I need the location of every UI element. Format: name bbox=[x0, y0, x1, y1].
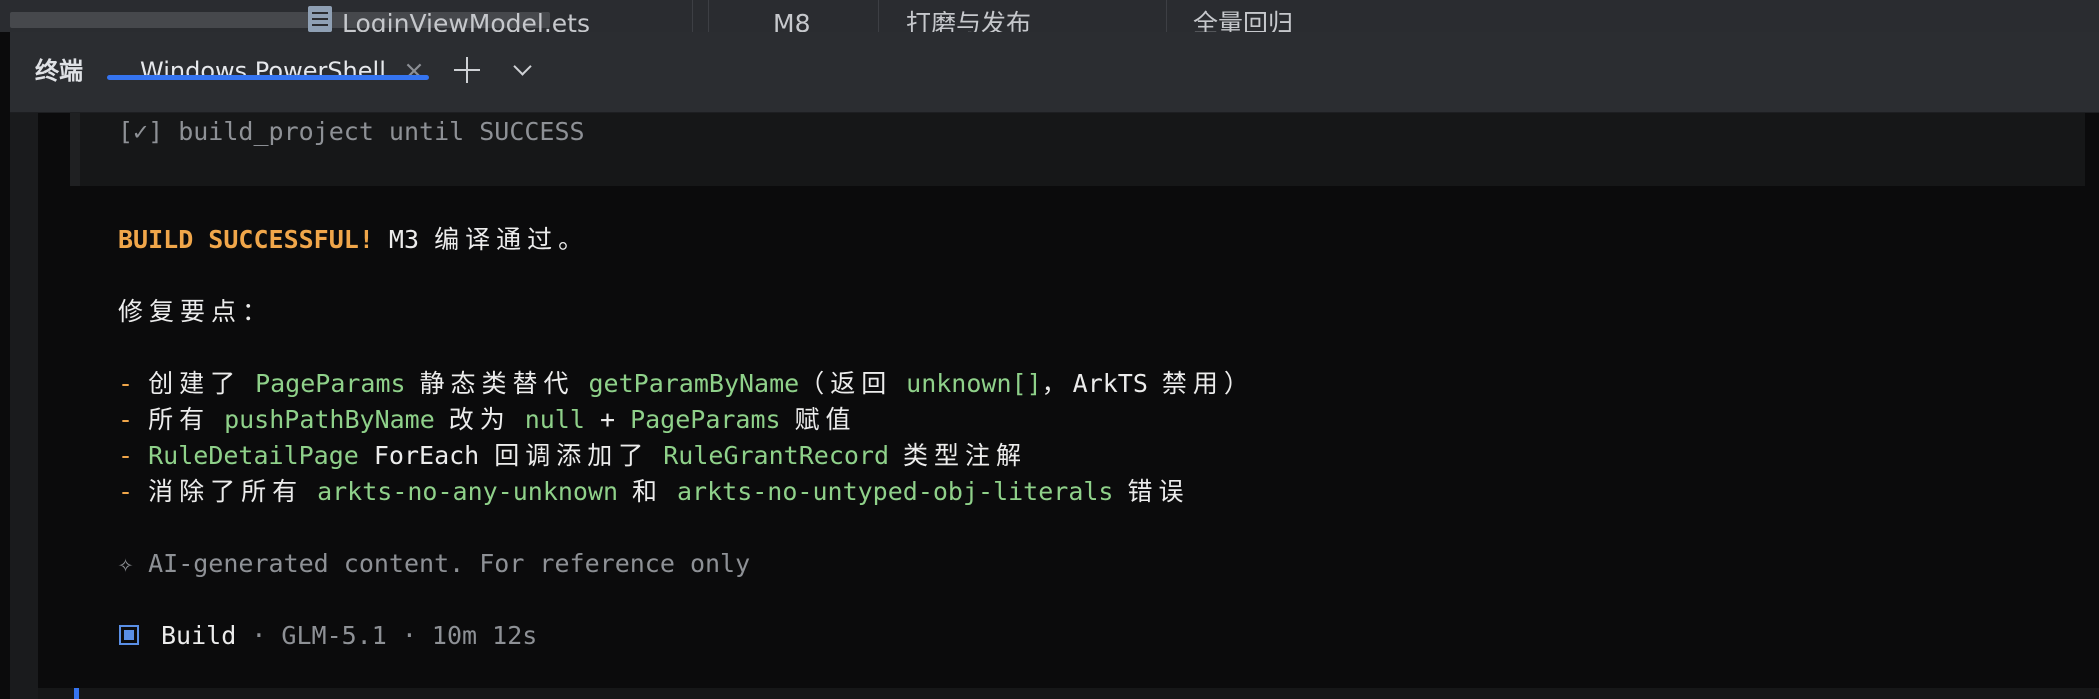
code-token: arkts-no-any-unknown bbox=[317, 477, 619, 506]
column-divider bbox=[708, 0, 709, 32]
column-divider bbox=[692, 0, 693, 32]
ide-window: LoginViewModel.ets M8 打磨与发布 全量回归 终端 Wind… bbox=[0, 0, 2099, 699]
fix-text: 赋值 bbox=[780, 405, 857, 434]
text-caret bbox=[74, 688, 79, 699]
build-result-text: 编译通过。 bbox=[434, 225, 590, 254]
build-status-line: Build · GLM-5.1 · 10m 12s bbox=[118, 618, 537, 654]
build-success-label: BUILD SUCCESSFUL! bbox=[118, 225, 374, 254]
code-token: ArkTS bbox=[1072, 369, 1148, 398]
input-area[interactable] bbox=[38, 688, 2099, 699]
build-result-line: BUILD SUCCESSFUL! M3 编译通过。 bbox=[118, 222, 589, 258]
code-token: PageParams bbox=[630, 405, 781, 434]
bullet: - bbox=[118, 405, 149, 434]
code-token: arkts-no-untyped-obj-literals bbox=[677, 477, 1114, 506]
code-token: RuleDetailPage bbox=[148, 441, 359, 470]
terminal-gutter bbox=[10, 113, 38, 699]
chevron-down-icon[interactable] bbox=[506, 50, 540, 90]
fix-text: 禁用） bbox=[1147, 369, 1255, 398]
bullet: - bbox=[118, 477, 149, 506]
code-token: ForEach bbox=[358, 441, 495, 470]
fix-text: 回调添加了 bbox=[494, 441, 664, 470]
bullet: - bbox=[118, 369, 149, 398]
active-tab-indicator bbox=[107, 75, 429, 80]
close-icon[interactable]: × bbox=[401, 54, 427, 88]
task-cell[interactable]: 打磨与发布 bbox=[906, 4, 1031, 32]
fix-item: - 所有 pushPathByName 改为 null + PageParams… bbox=[118, 402, 857, 438]
fix-text: 改为 bbox=[434, 405, 525, 434]
fix-text: 消除了所有 bbox=[148, 477, 318, 506]
build-icon bbox=[119, 625, 139, 645]
fix-item: - 消除了所有 arkts-no-any-unknown 和 arkts-no-… bbox=[118, 474, 1189, 510]
code-token: getParamByName bbox=[588, 369, 800, 398]
status-label: Build bbox=[161, 621, 237, 650]
fix-item: - RuleDetailPage ForEach 回调添加了 RuleGrant… bbox=[118, 438, 1027, 474]
milestone-label: M3 bbox=[373, 225, 435, 254]
fix-text: 和 bbox=[618, 477, 677, 506]
fix-text: （返回 bbox=[799, 369, 907, 398]
checklist-line: [✓] build_project until SUCCESS bbox=[118, 117, 585, 146]
terminal-header: 终端 Windows PowerShell × bbox=[10, 32, 2099, 113]
fix-text: 错误 bbox=[1113, 477, 1190, 506]
status-meta: · GLM-5.1 · 10m 12s bbox=[236, 621, 538, 650]
milestone-cell[interactable]: M8 bbox=[773, 4, 810, 32]
code-token: pushPathByName bbox=[224, 405, 435, 434]
column-divider bbox=[1166, 0, 1167, 32]
fix-item: - 创建了 PageParams 静态类替代 getParamByName（返回… bbox=[118, 366, 1255, 402]
stage-cell[interactable]: 全量回归 bbox=[1193, 4, 1293, 32]
column-divider bbox=[878, 0, 879, 32]
file-icon bbox=[308, 6, 332, 32]
tab-windows-powershell[interactable]: Windows PowerShell × bbox=[115, 32, 435, 112]
fix-text: 静态类替代 bbox=[405, 369, 589, 398]
ai-disclaimer: ✧ AI-generated content. For reference on… bbox=[118, 549, 751, 578]
fix-text: 类型注解 bbox=[889, 441, 1027, 470]
fix-text: + bbox=[584, 405, 631, 434]
editor-strip: LoginViewModel.ets M8 打磨与发布 全量回归 bbox=[0, 0, 2099, 32]
code-token: null bbox=[524, 405, 585, 434]
tab-label: Windows PowerShell bbox=[140, 57, 386, 85]
block-edge bbox=[70, 113, 80, 186]
editor-file-name[interactable]: LoginViewModel.ets bbox=[342, 4, 590, 32]
code-token: unknown[] bbox=[906, 369, 1042, 398]
terminal-title: 终端 bbox=[35, 57, 83, 85]
fix-text: 创建了 bbox=[148, 369, 256, 398]
fix-text: ， bbox=[1041, 369, 1073, 398]
code-token: PageParams bbox=[255, 369, 406, 398]
fixes-heading: 修复要点： bbox=[118, 297, 274, 326]
fix-text: 所有 bbox=[148, 405, 225, 434]
plus-icon[interactable] bbox=[450, 50, 484, 90]
code-token: RuleGrantRecord bbox=[663, 441, 890, 470]
bullet: - bbox=[118, 441, 149, 470]
